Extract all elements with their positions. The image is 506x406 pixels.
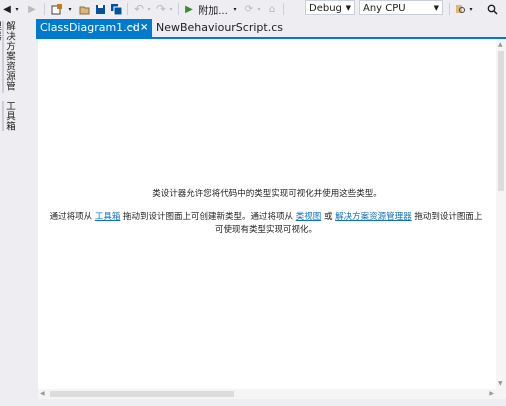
horizontal-scrollbar[interactable]: ◀ ▶: [38, 389, 506, 399]
chevron-down-icon: ▼: [433, 4, 439, 12]
forward-icon[interactable]: ▶: [26, 1, 38, 17]
undo-dropdown-icon[interactable]: ▾: [146, 1, 152, 17]
left-dock: 解决方案资源管理器 工具箱: [0, 19, 16, 406]
find-in-files-icon[interactable]: [454, 1, 466, 17]
bottom-edge: [36, 399, 506, 406]
tab-classdiagram[interactable]: ClassDiagram1.cd ⊣ ×: [36, 19, 152, 37]
scroll-down-icon[interactable]: ▼: [498, 380, 503, 387]
toolbox-link[interactable]: 工具箱: [95, 212, 121, 222]
solution-explorer-tab[interactable]: 解决方案资源管理器: [0, 21, 16, 93]
toolbox-tab[interactable]: 工具箱: [2, 101, 16, 131]
save-icon[interactable]: [94, 1, 106, 17]
vertical-scrollbar[interactable]: ▲ ▼: [496, 39, 506, 389]
back-dropdown-icon[interactable]: ▾: [14, 1, 20, 17]
instruction-text: 通过将项从: [49, 212, 95, 222]
back-icon[interactable]: ◀: [2, 1, 12, 17]
new-dropdown-icon[interactable]: ▾: [65, 1, 75, 17]
new-project-icon[interactable]: [50, 1, 62, 17]
separator: [449, 3, 450, 15]
solution-explorer-link[interactable]: 解决方案资源管理器: [335, 212, 412, 222]
redo-icon[interactable]: ↷: [155, 1, 167, 17]
document-tabs: ClassDiagram1.cd ⊣ × NewBehaviourScript.…: [36, 19, 506, 37]
separator: [178, 3, 179, 15]
toolbar: ◀ ▾ ▶ ▾ ↶ ▾ ↷ ▾ ▶ 附加... ▾ ⟳ ▾ ⌂ Debug ▼ …: [0, 0, 506, 20]
tab-label: ClassDiagram1.cd: [40, 21, 140, 34]
instruction-text: 或: [321, 212, 336, 222]
undo-icon[interactable]: ↶: [133, 1, 145, 17]
separator: [283, 3, 284, 15]
search-icon[interactable]: [485, 1, 499, 17]
redo-dropdown-icon[interactable]: ▾: [168, 1, 174, 17]
instruction-text: 拖动到设计图面上可创建新类型。通过将项从: [120, 212, 296, 222]
designer-intro-text: 类设计器允许您将代码中的类型实现可视化并使用这些类型。: [152, 189, 382, 199]
scroll-left-icon[interactable]: ◀: [40, 390, 45, 397]
scroll-up-icon[interactable]: ▲: [498, 41, 503, 48]
tab-newbehaviourscript[interactable]: NewBehaviourScript.cs: [156, 19, 283, 37]
platform-value: Any CPU: [363, 3, 406, 14]
chevron-down-icon: ▼: [345, 4, 351, 12]
class-diagram-surface[interactable]: 类设计器允许您将代码中的类型实现可视化并使用这些类型。 通过将项从 工具箱 拖动…: [38, 39, 496, 389]
class-view-link[interactable]: 类视图: [296, 212, 322, 222]
separator: [127, 3, 128, 15]
save-all-icon[interactable]: [110, 1, 122, 17]
scroll-thumb[interactable]: [50, 391, 234, 397]
designer-instructions: 通过将项从 工具箱 拖动到设计图面上可创建新类型。通过将项从 类视图 或 解决方…: [48, 211, 484, 237]
configuration-value: Debug: [309, 3, 342, 14]
configuration-select[interactable]: Debug ▼: [305, 0, 355, 15]
attach-dropdown-icon[interactable]: ▾: [232, 1, 238, 17]
close-icon[interactable]: ×: [140, 19, 148, 37]
scroll-thumb[interactable]: [498, 51, 504, 191]
refresh-dropdown-icon[interactable]: ▾: [256, 1, 262, 17]
open-file-icon[interactable]: [78, 1, 90, 17]
separator: [44, 3, 45, 15]
start-icon[interactable]: ▶: [184, 1, 194, 17]
scroll-right-icon[interactable]: ▶: [489, 390, 494, 397]
attach-button[interactable]: 附加...: [196, 1, 230, 17]
find-dropdown-icon[interactable]: ▾: [468, 1, 474, 17]
platform-select[interactable]: Any CPU ▼: [359, 0, 443, 15]
dock-gutter: [16, 19, 36, 406]
browser-icon[interactable]: ⌂: [266, 1, 278, 17]
refresh-icon[interactable]: ⟳: [243, 1, 255, 17]
pin-icon[interactable]: ⊣: [128, 19, 136, 37]
